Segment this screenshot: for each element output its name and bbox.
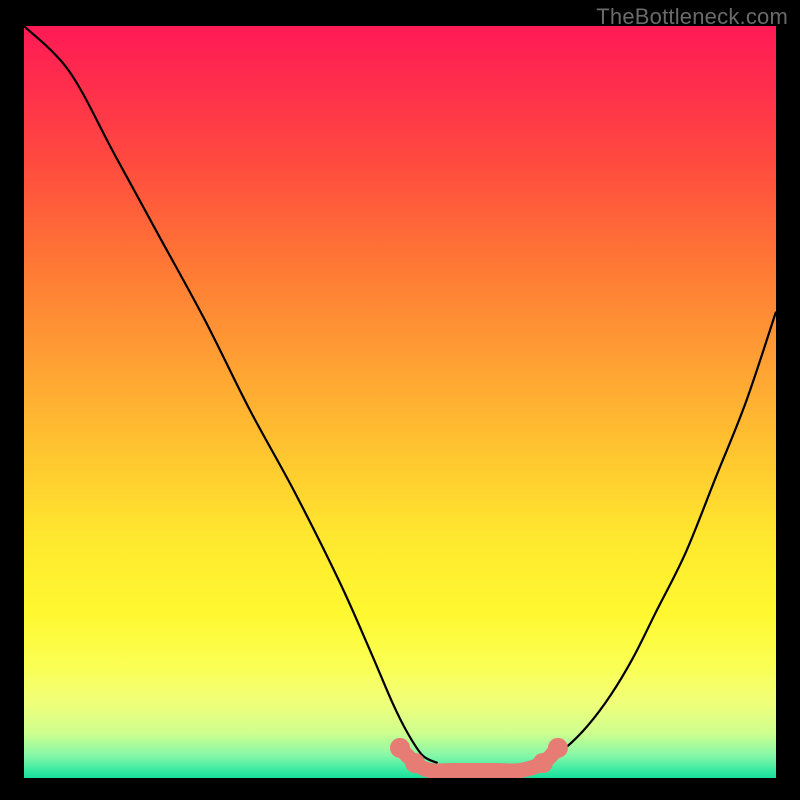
chart-container: TheBottleneck.com — [0, 0, 800, 800]
right-curve-path — [543, 312, 776, 763]
watermark-text: TheBottleneck.com — [596, 4, 788, 30]
bottleneck-band — [390, 738, 568, 773]
left-curve-path — [24, 26, 438, 763]
plot-area — [24, 26, 776, 778]
curve-overlay — [24, 26, 776, 778]
